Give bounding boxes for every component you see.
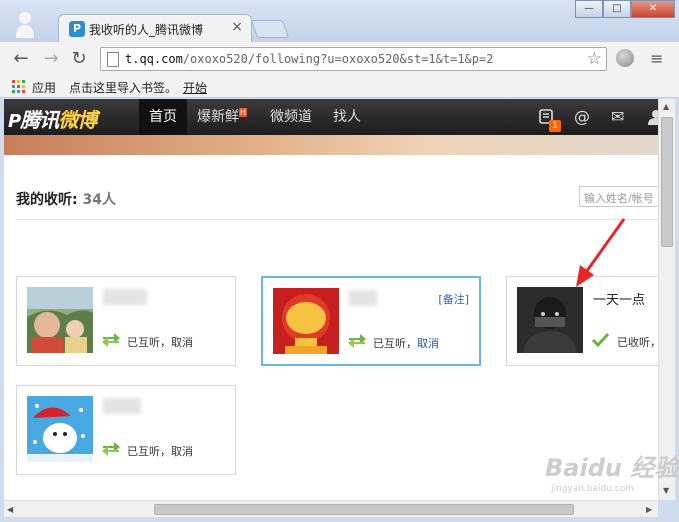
cancel-follow-link[interactable]: 取消 — [171, 336, 193, 349]
annotation-arrow-icon — [576, 218, 626, 287]
following-label: 我的收听: — [16, 192, 78, 208]
logo-weibo-text: 微博 — [58, 108, 97, 132]
site-nav-bar: P腾讯微博 首页 爆新鲜H 微频道 找人 1 @ ✉ — [4, 99, 658, 135]
user-name[interactable]: 一天一点 — [593, 289, 645, 308]
window-titlebar: P 我收听的人_腾讯微博 × — □ ✕ — [0, 0, 679, 42]
browser-toolbar: ← → ↻ t.qq.com/oxoxo520/following?u=oxox… — [0, 42, 679, 76]
browser-menu-icon[interactable]: ≡ — [650, 49, 663, 68]
bookmark-start-link[interactable]: 开始 — [183, 79, 207, 96]
page-icon — [107, 52, 119, 67]
hot-badge: H — [239, 108, 248, 117]
following-card[interactable]: 已互听，取消 — [16, 385, 236, 475]
address-bar[interactable]: t.qq.com/oxoxo520/following?u=oxoxo520&s… — [100, 47, 607, 71]
weibo-logo-mark: P — [8, 111, 21, 132]
forward-button[interactable]: → — [40, 48, 62, 70]
url-path: /oxoxo520/following?u=oxoxo520&st=1&t=1&… — [182, 52, 494, 66]
status-label: 已互听， — [373, 337, 417, 350]
horizontal-scrollbar[interactable]: ◀ ▶ — [4, 500, 658, 517]
follow-status: 已互听，取消 — [127, 334, 193, 350]
profile-banner — [4, 135, 658, 155]
tencent-weibo-favicon-icon: P — [69, 21, 85, 37]
follow-status: 已收听， — [617, 334, 658, 350]
avatar[interactable] — [27, 396, 93, 462]
tab-close-icon[interactable]: × — [231, 19, 243, 35]
bookmarks-bar: 应用 点击这里导入书签。 开始 — [0, 76, 679, 98]
tab-title: 我收听的人_腾讯微博 — [89, 23, 204, 37]
following-card[interactable]: 已互听，取消 — [16, 276, 236, 366]
avatar[interactable] — [517, 287, 583, 353]
blurred-name — [103, 289, 147, 305]
vertical-scrollbar[interactable]: ▲ ▼ — [658, 99, 675, 500]
follow-status: 已互听，取消 — [373, 335, 439, 351]
minimize-button[interactable]: — — [575, 0, 603, 18]
scroll-up-icon[interactable]: ▲ — [663, 102, 669, 111]
url-text[interactable]: t.qq.com/oxoxo520/following?u=oxoxo520&s… — [125, 52, 493, 66]
url-host: t.qq.com — [125, 52, 183, 66]
mutual-follow-icon — [102, 442, 120, 456]
mail-icon[interactable]: ✉ — [611, 107, 624, 126]
window-controls: — □ ✕ — [575, 0, 675, 18]
search-input[interactable]: 输入姓名/帐号 — [579, 186, 658, 207]
baidu-jingyan-watermark: Baidu 经验 jingyan.baidu.com — [545, 448, 679, 502]
vertical-scroll-thumb[interactable] — [661, 117, 673, 247]
cancel-follow-link[interactable]: 取消 — [171, 445, 193, 458]
following-number: 34人 — [82, 192, 116, 208]
globe-extension-icon[interactable] — [616, 49, 634, 67]
mutual-follow-icon — [348, 334, 366, 348]
avatar[interactable] — [27, 287, 93, 353]
bookmark-apps[interactable]: 应用 — [32, 79, 56, 96]
page-viewport: P腾讯微博 首页 爆新鲜H 微频道 找人 1 @ ✉ 我的收听: 34人 输入姓… — [4, 99, 658, 500]
following-count: 我的收听: 34人 — [16, 189, 116, 209]
blurred-name — [103, 398, 141, 414]
status-label: 已互听， — [127, 445, 171, 458]
reload-button[interactable]: ↻ — [68, 48, 90, 70]
user-icon[interactable] — [648, 109, 658, 125]
browser-tab[interactable]: P 我收听的人_腾讯微博 × — [58, 14, 252, 42]
status-label: 已互听， — [127, 336, 171, 349]
add-note-link[interactable]: [备注] — [438, 291, 469, 307]
bookmark-star-icon[interactable]: ☆ — [587, 49, 602, 69]
new-tab-button[interactable] — [250, 20, 290, 38]
divider — [16, 219, 658, 220]
nav-trending[interactable]: 爆新鲜H — [197, 99, 248, 135]
nav-home[interactable]: 首页 — [139, 99, 187, 135]
nav-channels[interactable]: 微频道 — [270, 99, 312, 135]
apps-grid-icon[interactable] — [12, 80, 25, 93]
tencent-weibo-logo[interactable]: P腾讯微博 — [8, 104, 97, 133]
nav-find-people[interactable]: 找人 — [333, 99, 361, 135]
maximize-button[interactable]: □ — [603, 0, 631, 18]
blurred-name — [349, 290, 377, 306]
watermark-url: jingyan.baidu.com — [551, 484, 635, 494]
user-profile-icon[interactable] — [14, 10, 36, 38]
watermark-main: Baidu 经验 — [545, 454, 679, 482]
message-count-badge: 1 — [549, 120, 561, 132]
bookmark-import-prompt: 点击这里导入书签。 — [69, 81, 178, 95]
horizontal-scroll-thumb[interactable] — [154, 504, 574, 515]
following-card-selected[interactable]: [备注] 已互听，取消 — [261, 276, 481, 366]
cancel-follow-link[interactable]: 取消 — [417, 337, 439, 350]
status-label: 已收听， — [617, 336, 658, 349]
followed-check-icon — [591, 332, 610, 348]
back-button[interactable]: ← — [10, 48, 32, 70]
close-window-button[interactable]: ✕ — [631, 0, 675, 18]
at-icon[interactable]: @ — [574, 107, 590, 126]
scroll-right-icon[interactable]: ▶ — [646, 505, 652, 514]
nav-trending-label: 爆新鲜 — [197, 109, 239, 125]
logo-text: 腾讯 — [20, 108, 59, 132]
scroll-left-icon[interactable]: ◀ — [7, 505, 13, 514]
avatar[interactable] — [273, 288, 339, 354]
follow-status: 已互听，取消 — [127, 443, 193, 459]
mutual-follow-icon — [102, 333, 120, 347]
